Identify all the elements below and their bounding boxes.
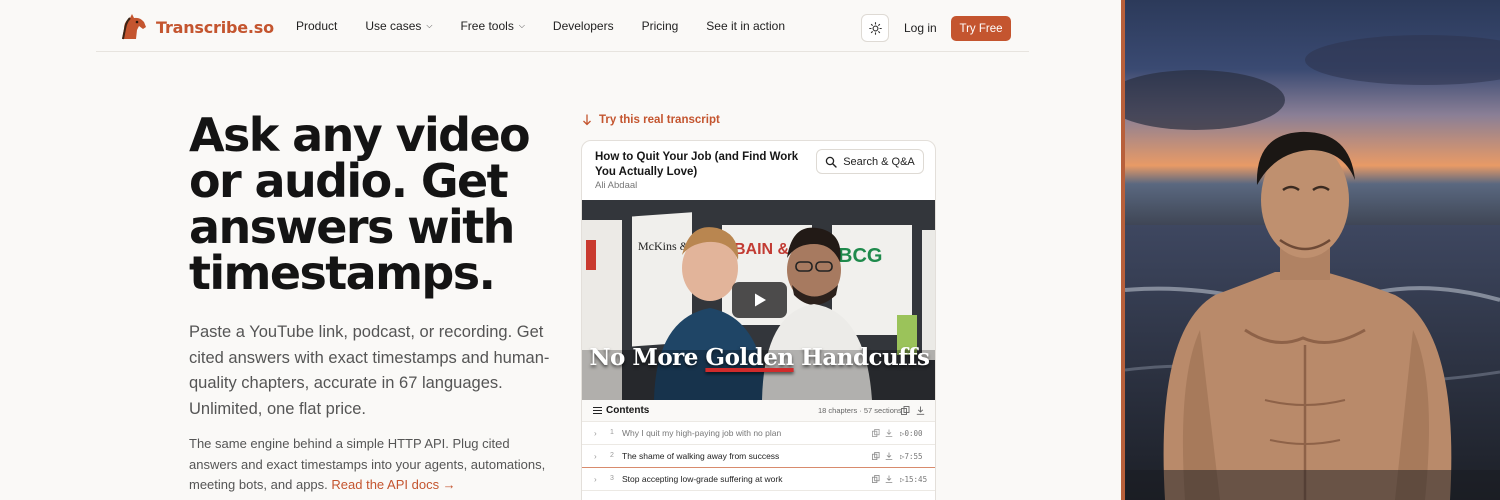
download-icon[interactable] — [885, 429, 893, 437]
copy-icon[interactable] — [901, 406, 910, 415]
brand-name: Transcribe.so — [156, 17, 274, 37]
nav-free-tools-label: Free tools — [460, 19, 514, 33]
nav-free-tools[interactable]: Free tools ⌵ — [460, 19, 524, 33]
chapter-timestamp[interactable]: ▷15:45 — [900, 475, 927, 484]
list-icon — [593, 406, 602, 415]
thumbnail-caption-highlight: Golden — [705, 344, 794, 371]
chevron-down-icon: ⌵ — [518, 21, 525, 30]
chapter-timestamp[interactable]: ▷7:55 — [900, 452, 923, 461]
search-qa-button[interactable]: Search & Q&A — [816, 149, 924, 174]
hero-title: Ask any video or audio. Get answers with… — [189, 108, 531, 300]
chapter-row[interactable]: › 3 Stop accepting low-grade suffering a… — [582, 468, 935, 491]
search-icon — [825, 156, 837, 168]
chapter-row[interactable]: › 2 The shame of walking away from succe… — [582, 445, 935, 468]
chapter-number: 2 — [610, 452, 614, 459]
nav-use-cases[interactable]: Use cases ⌵ — [365, 19, 432, 33]
contents-header: Contents 18 chapters · 57 sections — [582, 400, 935, 422]
theme-toggle-button[interactable] — [861, 14, 889, 42]
play-icon — [754, 293, 766, 307]
play-button[interactable] — [732, 282, 787, 318]
contents-meta: 18 chapters · 57 sections — [818, 406, 902, 415]
chapter-title: The shame of walking away from success — [622, 451, 780, 461]
contents-actions — [901, 406, 925, 415]
hero-api-text: The same engine behind a simple HTTP API… — [189, 434, 549, 496]
copy-icon[interactable] — [872, 429, 880, 437]
chapter-title: Stop accepting low-grade suffering at wo… — [622, 474, 783, 484]
nav-see-it-label: See it in action — [706, 19, 786, 33]
chapter-actions — [872, 452, 893, 460]
nav-pricing-label: Pricing — [641, 19, 679, 33]
chapter-timestamp[interactable]: ▷0:00 — [900, 429, 923, 438]
top-nav: Transcribe.so Product Use cases ⌵ Free to… — [96, 0, 1029, 52]
login-link[interactable]: Log in — [904, 21, 937, 35]
nav-pricing[interactable]: Pricing — [642, 19, 679, 33]
bcg-logo-text: BCG — [838, 245, 882, 267]
profile-photo — [1125, 0, 1500, 500]
download-icon[interactable] — [885, 452, 893, 460]
brand-logo[interactable]: Transcribe.so — [118, 13, 274, 41]
try-transcript-label: Try this real transcript — [582, 114, 720, 126]
download-icon[interactable] — [885, 475, 893, 483]
nav-see-it-in-action[interactable]: See it in action — [706, 19, 785, 33]
chevron-right-icon: › — [594, 475, 597, 484]
hero-subtitle: Paste a YouTube link, podcast, or record… — [189, 323, 550, 418]
thumbnail-caption: No More Golden Handcuffs — [582, 344, 935, 371]
arrow-down-icon — [583, 114, 591, 126]
chapter-actions — [872, 475, 893, 483]
chevron-down-icon: ⌵ — [426, 21, 433, 30]
nav-product[interactable]: Product — [296, 19, 337, 33]
download-icon[interactable] — [916, 406, 925, 415]
transcript-demo-card: How to Quit Your Job (and Find Work You … — [581, 140, 936, 500]
nav-use-cases-label: Use cases — [365, 19, 422, 33]
try-transcript-text: Try this real transcript — [599, 114, 720, 126]
nav-developers[interactable]: Developers — [553, 19, 614, 33]
api-docs-link[interactable]: Read the API docs → — [331, 477, 455, 492]
nav-developers-label: Developers — [552, 19, 614, 33]
sun-icon — [868, 21, 882, 35]
chapter-title: Why I quit my high-paying job with no pl… — [622, 428, 782, 438]
chapter-number: 3 — [610, 475, 614, 482]
horse-logo-icon — [122, 14, 146, 40]
beach-portrait-image — [1125, 0, 1500, 500]
contents-title: Contents — [606, 405, 650, 416]
video-title: How to Quit Your Job (and Find Work You … — [595, 151, 799, 178]
copy-icon[interactable] — [872, 452, 880, 460]
search-qa-label: Search & Q&A — [843, 155, 915, 168]
chapter-time-value: 15:45 — [904, 475, 928, 484]
nav-links: Product Use cases ⌵ Free tools ⌵ Developer… — [296, 0, 813, 52]
nav-product-label: Product — [296, 19, 338, 33]
thumbnail-caption-start: No More — [589, 344, 706, 371]
chevron-right-icon: › — [594, 452, 597, 461]
chevron-right-icon: › — [594, 429, 597, 438]
chapter-time-value: 7:55 — [904, 452, 923, 461]
copy-icon[interactable] — [872, 475, 880, 483]
thumbnail-caption-end: Handcuffs — [793, 344, 930, 371]
chapter-row[interactable]: › 1 Why I quit my high-paying job with n… — [582, 422, 935, 445]
video-author: Ali Abdaal — [595, 180, 638, 191]
chapter-time-value: 0:00 — [904, 429, 923, 438]
video-player[interactable]: McKins & C BAIN & COMPANY BCG No M — [582, 200, 935, 400]
try-free-button[interactable]: Try Free — [951, 16, 1011, 41]
chapter-number: 1 — [610, 429, 614, 436]
chapter-actions — [872, 429, 893, 437]
